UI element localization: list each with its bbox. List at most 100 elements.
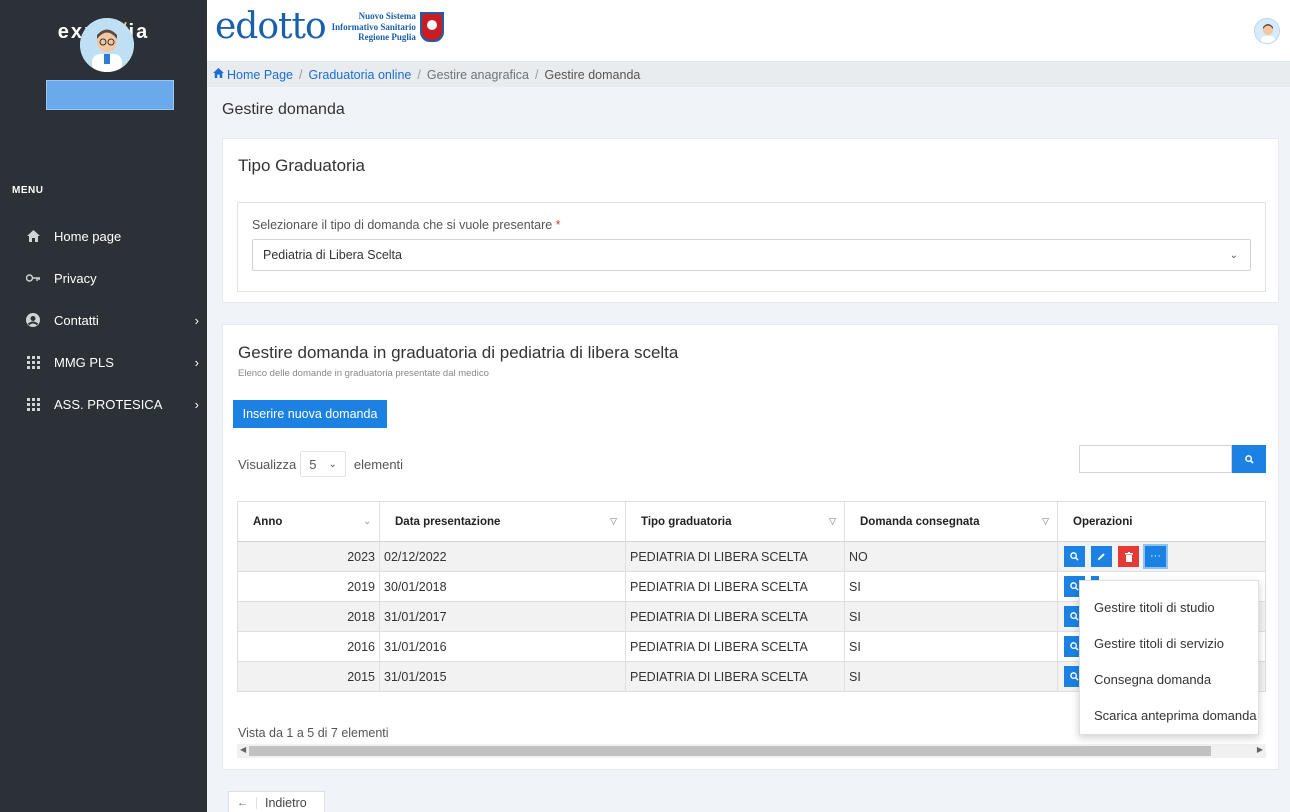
menu-item-titoli-servizio[interactable]: Gestire titoli di servizio xyxy=(1080,625,1258,661)
select-value: Pediatria di Libera Scelta xyxy=(263,248,402,262)
new-domanda-button[interactable]: Inserire nuova domanda xyxy=(233,400,387,428)
key-icon xyxy=(24,274,42,282)
search-icon xyxy=(1070,612,1079,621)
cell-operazioni: ··· xyxy=(1058,542,1265,571)
breadcrumb-home[interactable]: Home Page xyxy=(227,68,293,82)
sidebar-item-label: Privacy xyxy=(54,270,97,286)
more-options-button[interactable]: ··· xyxy=(1143,544,1168,569)
logo-subtitle: Nuovo Sistema Informativo Sanitario Regi… xyxy=(332,11,416,42)
sidebar-item-contatti[interactable]: Contatti › xyxy=(0,299,207,341)
cell-anno: 2019 xyxy=(238,572,380,601)
cell-anno: 2015 xyxy=(238,662,380,691)
trash-icon xyxy=(1124,551,1133,562)
scrollbar-thumb[interactable] xyxy=(249,746,1211,756)
horizontal-scrollbar[interactable]: ◀ ▶ xyxy=(237,744,1266,758)
show-label: Visualizza xyxy=(238,456,297,472)
back-button[interactable]: ← Indietro xyxy=(228,791,325,812)
edotto-logo[interactable]: edotto Nuovo Sistema Informativo Sanitar… xyxy=(215,9,444,45)
column-label: Data presentazione xyxy=(395,515,501,528)
topbar: edotto Nuovo Sistema Informativo Sanitar… xyxy=(207,0,1290,62)
table-row: 2023 02/12/2022 PEDIATRIA DI LIBERA SCEL… xyxy=(237,542,1266,572)
column-anno[interactable]: Anno ⌄ xyxy=(238,502,380,541)
cell-consegnata: SI xyxy=(845,572,1058,601)
cell-tipo: PEDIATRIA DI LIBERA SCELTA xyxy=(626,662,845,691)
chevron-right-icon: › xyxy=(194,312,199,328)
username-field xyxy=(46,80,174,110)
grid-icon xyxy=(24,397,42,411)
column-data-presentazione[interactable]: Data presentazione ▽ xyxy=(380,502,626,541)
search-icon xyxy=(1070,642,1079,651)
breadcrumb-separator: / xyxy=(534,67,539,82)
sidebar-item-privacy[interactable]: Privacy xyxy=(0,257,207,299)
column-operazioni: Operazioni xyxy=(1058,502,1265,541)
card-title: Tipo Graduatoria xyxy=(238,156,365,175)
breadcrumb: Home Page / Graduatoria online / Gestire… xyxy=(207,62,1290,87)
cell-consegnata: SI xyxy=(845,662,1058,691)
sort-icon: ⌄ xyxy=(363,516,371,526)
arrow-left-icon: ← xyxy=(229,797,257,809)
search-input[interactable] xyxy=(1079,445,1232,473)
pencil-icon xyxy=(1097,553,1105,561)
profile-avatar[interactable] xyxy=(1254,18,1280,44)
cell-tipo: PEDIATRIA DI LIBERA SCELTA xyxy=(626,572,845,601)
chevron-down-icon: ⌄ xyxy=(1229,249,1238,261)
logo-line-1: Nuovo Sistema xyxy=(358,11,416,22)
operations-dropdown: Gestire titoli di studio Gestire titoli … xyxy=(1079,580,1259,735)
menu-title: MENU xyxy=(12,185,44,196)
tipo-domanda-select[interactable]: Pediatria di Libera Scelta ⌄ xyxy=(252,239,1251,271)
required-mark: * xyxy=(555,218,561,232)
page-size-control: Visualizza 5 ⌄ elementi xyxy=(238,451,403,477)
sidebar-item-label: ASS. PROTESICA xyxy=(54,396,163,412)
view-button[interactable] xyxy=(1064,546,1085,567)
search-icon xyxy=(1244,454,1254,464)
logo-line-3: Regione Puglia xyxy=(358,32,416,43)
cell-anno: 2018 xyxy=(238,602,380,631)
sidebar-item-home[interactable]: Home page xyxy=(0,215,207,257)
column-label: Domanda consegnata xyxy=(860,515,980,528)
search-button[interactable] xyxy=(1232,445,1266,473)
menu-item-consegna-domanda[interactable]: Consegna domanda xyxy=(1080,661,1258,697)
menu-item-titoli-studio[interactable]: Gestire titoli di studio xyxy=(1080,589,1258,625)
sidebar-item-label: MMG PLS xyxy=(54,354,114,370)
chevron-right-icon: › xyxy=(194,396,199,412)
cell-tipo: PEDIATRIA DI LIBERA SCELTA xyxy=(626,602,845,631)
menu-item-scarica-anteprima[interactable]: Scarica anteprima domanda xyxy=(1080,697,1258,733)
breadcrumb-separator: / xyxy=(299,67,303,82)
cell-data: 30/01/2018 xyxy=(380,572,626,601)
sidebar-item-label: Home page xyxy=(54,228,122,244)
search-icon xyxy=(1070,672,1079,681)
pagination-info: Vista da 1 a 5 di 7 elementi xyxy=(238,726,389,740)
column-label: Operazioni xyxy=(1073,515,1133,528)
filter-icon: ▽ xyxy=(1042,516,1049,526)
sidebar-item-mmg-pls[interactable]: MMG PLS › xyxy=(0,341,207,383)
page-size-select[interactable]: 5 ⌄ xyxy=(300,451,346,477)
scroll-left-icon[interactable]: ◀ xyxy=(240,745,246,754)
breadcrumb-graduatoria-online[interactable]: Graduatoria online xyxy=(309,68,412,82)
cell-tipo: PEDIATRIA DI LIBERA SCELTA xyxy=(626,632,845,661)
tipo-form-box: Selezionare il tipo di domanda che si vu… xyxy=(237,202,1266,292)
search-icon xyxy=(1070,552,1079,561)
sidebar-item-ass-protesica[interactable]: ASS. PROTESICA › xyxy=(0,383,207,425)
filter-icon: ▽ xyxy=(829,516,836,526)
search-icon xyxy=(1070,582,1079,591)
grid-icon xyxy=(24,355,42,369)
filter-icon: ▽ xyxy=(610,516,617,526)
cell-anno: 2023 xyxy=(238,542,380,571)
scroll-right-icon[interactable]: ▶ xyxy=(1257,745,1263,754)
cell-data: 31/01/2017 xyxy=(380,602,626,631)
column-tipo-graduatoria[interactable]: Tipo graduatoria ▽ xyxy=(626,502,845,541)
edit-button[interactable] xyxy=(1091,546,1112,567)
breadcrumb-current: Gestire domanda xyxy=(544,67,641,82)
table-header: Anno ⌄ Data presentazione ▽ Tipo graduat… xyxy=(237,501,1266,542)
home-icon xyxy=(24,230,42,242)
logo-word: edotto xyxy=(215,6,327,47)
delete-button[interactable] xyxy=(1118,546,1139,567)
cell-anno: 2016 xyxy=(238,632,380,661)
card-subtitle: Elenco delle domande in graduatoria pres… xyxy=(238,368,489,379)
sidebar: expri√ia MENU Home page Privacy xyxy=(0,0,207,812)
column-domanda-consegnata[interactable]: Domanda consegnata ▽ xyxy=(845,502,1058,541)
field-label-text: Selezionare il tipo di domanda che si vu… xyxy=(252,218,553,232)
column-label: Anno xyxy=(253,515,283,528)
sidebar-item-label: Contatti xyxy=(54,312,99,328)
cell-data: 31/01/2016 xyxy=(380,632,626,661)
